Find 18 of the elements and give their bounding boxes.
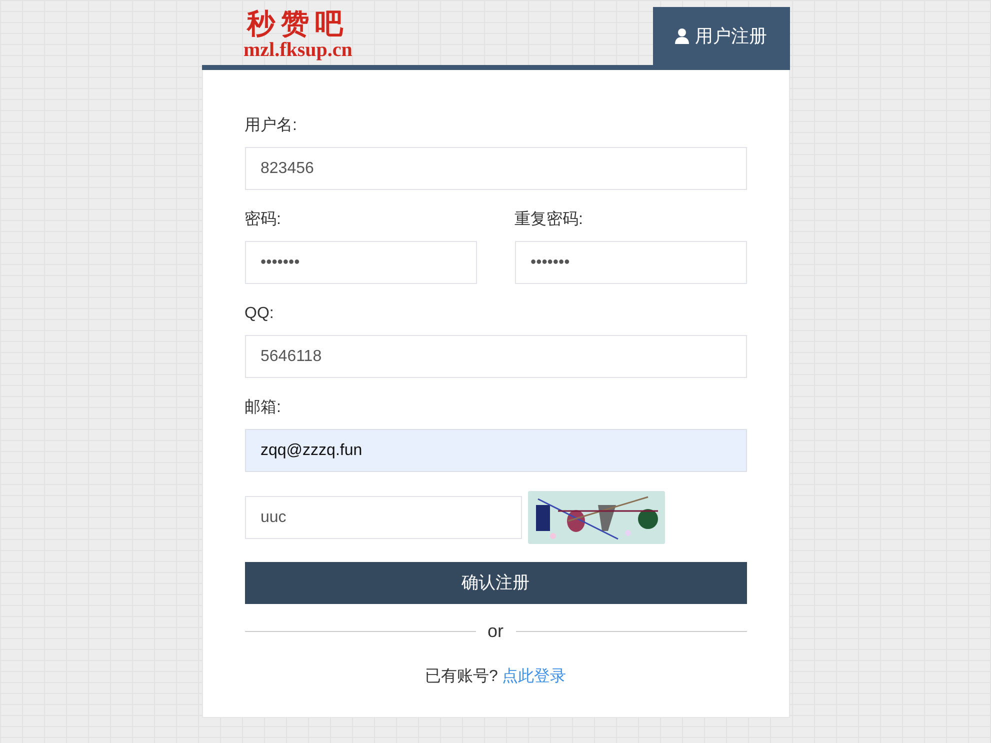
logo-url: mzl.fksup.cn <box>244 39 352 61</box>
input-field[interactable]: 5646118 <box>244 335 746 378</box>
submit-button[interactable]: 确认注册 <box>244 562 746 604</box>
field-label: 邮箱: <box>244 398 282 418</box>
login-prompt: 已有账号? <box>425 667 498 687</box>
input-field[interactable]: zqq@zzzq.fun <box>244 429 746 472</box>
input-field[interactable]: uuc <box>244 496 522 539</box>
field-label: 密码: <box>244 210 282 230</box>
field-label: 重复密码: <box>514 210 584 230</box>
user-icon <box>675 28 689 44</box>
input-field[interactable]: ••••••• <box>244 241 476 284</box>
register-tab[interactable]: 用户注册 <box>652 7 790 65</box>
field-label: 用户名: <box>244 116 298 136</box>
field-label: QQ: <box>244 304 275 324</box>
divider-text: or <box>488 620 504 643</box>
logo-title: 秒赞吧 <box>246 9 349 39</box>
input-field[interactable]: 823456 <box>244 147 746 190</box>
input-field[interactable]: ••••••• <box>514 241 746 284</box>
